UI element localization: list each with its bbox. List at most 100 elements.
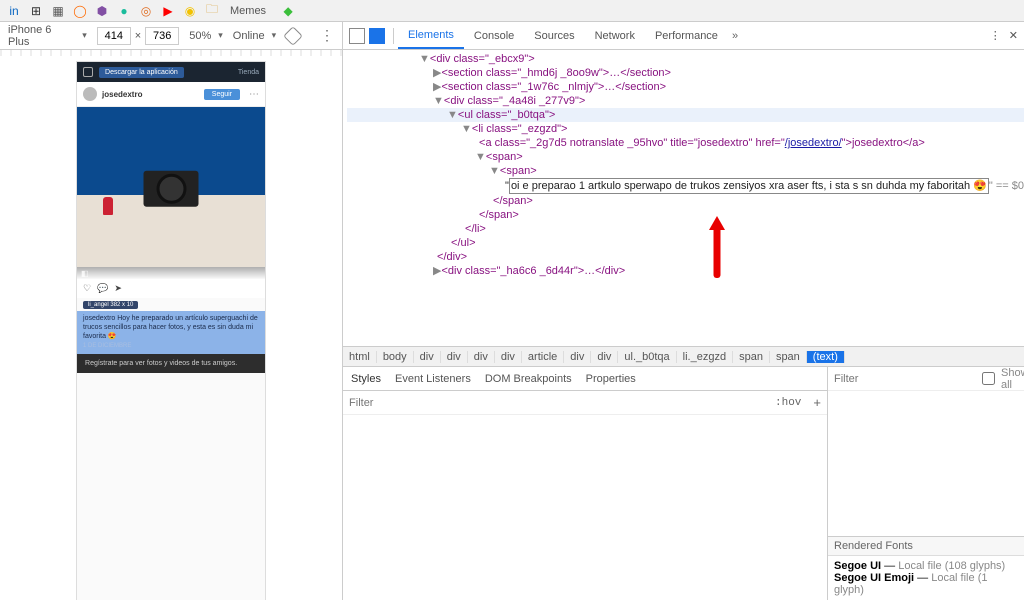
dom-node[interactable]: <div class="_4a48i _277v9">	[444, 95, 585, 107]
comment-icon[interactable]: 💬	[97, 283, 108, 294]
bookmark-icon[interactable]: ⊞	[28, 3, 44, 19]
show-all-label: Show all	[1001, 367, 1024, 391]
dom-node[interactable]: </ul>	[451, 237, 475, 249]
carousel-indicator-icon: ◧	[81, 269, 89, 278]
dom-node[interactable]: <a class="_2g7d5 notranslate _95hvo" tit…	[479, 137, 925, 149]
bookmark-folder-label[interactable]: Memes	[230, 5, 266, 17]
crumb[interactable]: div	[414, 351, 441, 363]
avatar[interactable]	[83, 87, 97, 101]
text-edit-input[interactable]: oi e preparao 1 artkulo sperwapo de truk…	[509, 178, 989, 194]
dom-node[interactable]: </span>	[493, 195, 533, 207]
image-content	[144, 171, 199, 207]
dom-node[interactable]: <span>	[486, 151, 523, 163]
inspect-icon[interactable]	[349, 28, 365, 44]
bookmark-icon[interactable]: ◆	[280, 3, 296, 19]
post-date: 1 DE DICIEMBRE	[83, 343, 131, 349]
tab-properties[interactable]: Properties	[586, 373, 636, 385]
network-select[interactable]: Online	[233, 30, 276, 42]
tab-performance[interactable]: Performance	[645, 22, 728, 49]
dom-node[interactable]: </span>	[479, 209, 519, 221]
tab-styles[interactable]: Styles	[351, 373, 381, 385]
styles-pane: Styles Event Listeners DOM Breakpoints P…	[343, 367, 828, 600]
ig-app-bar: Descargar la aplicación Tienda	[77, 62, 265, 82]
add-rule-icon[interactable]: +	[813, 395, 821, 410]
crumb[interactable]: body	[377, 351, 414, 363]
dom-node[interactable]: </div>	[437, 251, 467, 263]
bottom-panes: Styles Event Listeners DOM Breakpoints P…	[343, 366, 1024, 600]
computed-pane: Show all Rendered Fonts Segoe UI — Local…	[828, 367, 1024, 600]
more-tabs-icon[interactable]: »	[732, 30, 738, 42]
dom-node[interactable]: <div class="_ha6c6 _6d44r">…</div>	[442, 265, 626, 277]
crumb[interactable]: article	[522, 351, 564, 363]
emoji-icon: 😍	[973, 180, 987, 192]
folder-icon[interactable]: 🗀	[204, 3, 220, 19]
kebab-icon[interactable]: ⋮	[990, 29, 1001, 42]
font-count: (108 glyphs)	[945, 560, 1006, 572]
crumb[interactable]: div	[564, 351, 591, 363]
crumb[interactable]: ul._b0tqa	[618, 351, 676, 363]
hov-toggle[interactable]: :hov	[775, 397, 801, 409]
close-icon[interactable]: ✕	[1009, 29, 1018, 42]
tab-network[interactable]: Network	[585, 22, 645, 49]
crumb[interactable]: div	[495, 351, 522, 363]
breadcrumb[interactable]: html body div div div div article div di…	[343, 346, 1024, 366]
font-name: Segoe UI Emoji	[834, 572, 914, 584]
bookmark-icon[interactable]: ◯	[72, 3, 88, 19]
instagram-logo-icon	[83, 67, 93, 77]
rendered-fonts-title: Rendered Fonts	[828, 537, 1024, 556]
bookmark-icon[interactable]: ▦	[50, 3, 66, 19]
signup-overlay[interactable]: Regístrate para ver fotos y videos de tu…	[77, 354, 265, 373]
like-icon[interactable]: ♡	[83, 283, 91, 294]
crumb[interactable]: span	[733, 351, 770, 363]
dom-node[interactable]: <section class="_hmd6j _8oo9w">…</sectio…	[442, 67, 671, 79]
width-input[interactable]	[97, 27, 131, 45]
dom-node[interactable]: <section class="_1w76c _nlmjy">…</sectio…	[442, 81, 667, 93]
post-image[interactable]	[77, 107, 265, 267]
show-all-checkbox[interactable]	[982, 372, 995, 385]
crumb[interactable]: li._ezgzd	[677, 351, 733, 363]
dom-node[interactable]: <ul class="_b0tqa">	[458, 109, 555, 121]
crumb[interactable]: div	[591, 351, 618, 363]
bookmark-icon[interactable]: ▶	[160, 3, 176, 19]
dom-tree[interactable]: ▼<div class="_ebcx9"> ▶<section class="_…	[343, 50, 1024, 278]
crumb[interactable]: span	[770, 351, 807, 363]
rotate-icon[interactable]	[283, 26, 303, 46]
username-link[interactable]: josedextro	[102, 90, 142, 99]
crumb[interactable]: div	[441, 351, 468, 363]
device-toggle-icon[interactable]	[369, 28, 385, 44]
kebab-icon[interactable]: ⋮	[320, 27, 334, 44]
follow-button[interactable]: Seguir	[204, 89, 240, 100]
share-icon[interactable]: ➤	[114, 283, 122, 294]
download-app-button[interactable]: Descargar la aplicación	[99, 67, 184, 78]
dom-node[interactable]: <li class="_ezgzd">	[472, 123, 568, 135]
bookmark-icon[interactable]: ⬢	[94, 3, 110, 19]
computed-filter-input[interactable]	[834, 373, 976, 385]
bookmark-icon[interactable]: ●	[116, 3, 132, 19]
dom-node[interactable]: <span>	[500, 165, 537, 177]
tab-console[interactable]: Console	[464, 22, 524, 49]
device-preview-pane: iPhone 6 Plus × 50% Online ⋮ Descargar l…	[0, 22, 343, 600]
dom-node[interactable]: <div class="_ebcx9">	[430, 53, 535, 65]
zoom-select[interactable]: 50%	[189, 30, 223, 42]
bookmark-icon[interactable]: ◎	[138, 3, 154, 19]
tab-elements[interactable]: Elements	[398, 22, 464, 49]
store-link[interactable]: Tienda	[238, 69, 259, 76]
crumb-selected[interactable]: (text)	[807, 351, 845, 363]
image-content	[103, 197, 113, 215]
tab-dom-breakpoints[interactable]: DOM Breakpoints	[485, 373, 572, 385]
more-icon[interactable]: ⋯	[249, 89, 259, 100]
tab-event-listeners[interactable]: Event Listeners	[395, 373, 471, 385]
device-select[interactable]: iPhone 6 Plus	[8, 24, 87, 48]
dom-node[interactable]: </li>	[465, 223, 486, 235]
crumb[interactable]: html	[343, 351, 377, 363]
selected-indicator: " == $0	[989, 180, 1024, 192]
likes-badge[interactable]: li_angel 382 x 10	[83, 301, 138, 309]
ruler	[0, 50, 342, 56]
phone-frame: Descargar la aplicación Tienda josedextr…	[77, 62, 265, 600]
height-input[interactable]	[145, 27, 179, 45]
bookmark-icon[interactable]: ◉	[182, 3, 198, 19]
tab-sources[interactable]: Sources	[524, 22, 584, 49]
bookmark-icon[interactable]: in	[6, 3, 22, 19]
crumb[interactable]: div	[468, 351, 495, 363]
styles-filter-input[interactable]	[349, 397, 769, 409]
